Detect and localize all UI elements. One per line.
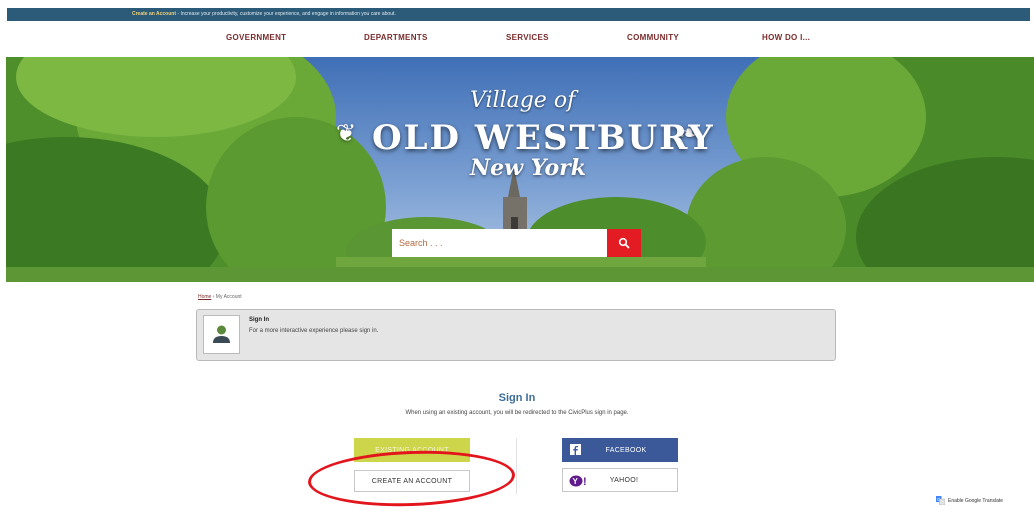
nav-item-departments[interactable]: DEPARTMENTS: [364, 33, 428, 42]
google-translate-widget[interactable]: G Enable Google Translate: [936, 495, 1003, 506]
facebook-f-icon: [570, 444, 581, 455]
create-account-link[interactable]: Create an Account: [132, 11, 176, 17]
announcement-message: - Increase your productivity, customize …: [176, 11, 396, 17]
breadcrumb-current: My Account: [215, 294, 242, 300]
svg-text:G: G: [937, 497, 941, 502]
top-announcement-bar: Create an Account - Increase your produc…: [7, 8, 1030, 21]
translate-label: Enable Google Translate: [948, 497, 1004, 504]
signin-redirect-info: When using an existing account, you will…: [405, 410, 629, 416]
signin-info-panel: Sign In For a more interactive experienc…: [196, 309, 836, 361]
breadcrumb-home-link[interactable]: Home: [198, 294, 211, 300]
svg-text:!: !: [583, 476, 587, 487]
breadcrumb: Home › My Account: [198, 294, 242, 300]
yahoo-label: YAHOO!: [609, 476, 639, 484]
search-input[interactable]: [392, 229, 607, 257]
panel-title: Sign In: [249, 317, 269, 323]
logo-main-text: OLD WESTBURY: [372, 118, 715, 158]
annotation-circle: [307, 447, 516, 510]
magnifier-icon: [618, 237, 630, 249]
announcement-text: Create an Account - Increase your produc…: [132, 8, 396, 21]
nav-item-community[interactable]: COMMUNITY: [627, 33, 679, 42]
svg-text:Y: Y: [573, 477, 579, 486]
google-translate-icon: G: [936, 496, 945, 505]
user-silhouette-icon: [213, 325, 230, 343]
nav-item-government[interactable]: GOVERNMENT: [226, 33, 286, 42]
left-flourish-icon: ❦: [336, 120, 357, 147]
logo-state-text: New York: [470, 155, 587, 181]
yahoo-signin-button[interactable]: Y ! YAHOO!: [562, 468, 678, 492]
panel-description: For a more interactive experience please…: [249, 328, 379, 334]
facebook-label: FACEBOOK: [605, 446, 647, 454]
avatar: [203, 315, 240, 354]
yahoo-logo-icon: Y !: [569, 475, 587, 487]
nav-item-services[interactable]: SERVICES: [506, 33, 549, 42]
facebook-signin-button[interactable]: FACEBOOK: [562, 438, 678, 462]
search-button[interactable]: [607, 229, 641, 257]
signin-heading: Sign In: [498, 392, 536, 404]
vertical-divider: [516, 438, 517, 494]
main-navigation: GOVERNMENT DEPARTMENTS SERVICES COMMUNIT…: [0, 33, 1034, 49]
nav-item-how-do-i[interactable]: HOW DO I...: [762, 33, 810, 42]
logo-village-text: Village of: [470, 88, 576, 113]
